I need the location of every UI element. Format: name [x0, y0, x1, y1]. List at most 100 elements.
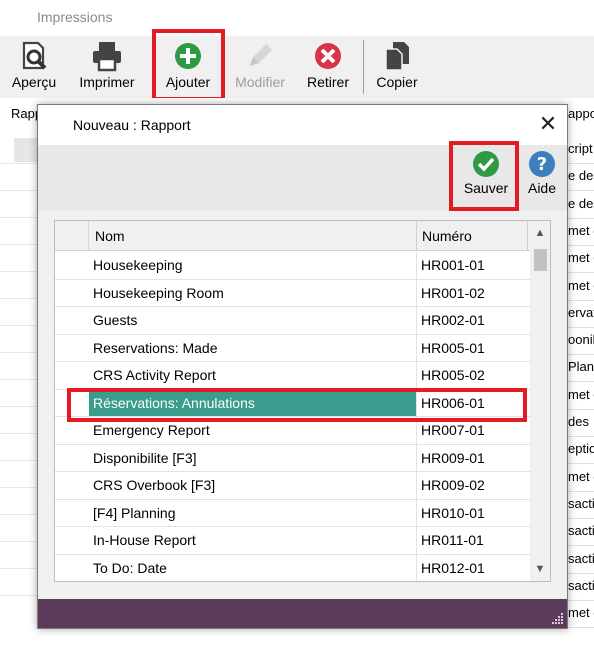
- help-button[interactable]: ? Aide: [522, 149, 562, 196]
- parent-description-cell: sacti: [568, 495, 594, 511]
- help-label: Aide: [527, 180, 557, 196]
- parent-window-title: Impressions: [37, 9, 113, 25]
- modify-button[interactable]: Modifier: [228, 36, 292, 98]
- table-row[interactable]: Disponibilite [F3] HR009-01: [55, 444, 531, 472]
- parent-description-cell: e des: [568, 168, 594, 184]
- parent-description-cell: met d: [568, 250, 594, 266]
- parent-description-header: apport: [568, 106, 594, 121]
- remove-icon: [315, 43, 341, 69]
- parent-description-cell: met d: [568, 222, 594, 238]
- table-row[interactable]: Guests HR002-01: [55, 307, 531, 335]
- parent-toolbar: Aperçu Imprimer Ajouter Modifier Retirer: [0, 36, 594, 98]
- add-icon: [175, 43, 201, 69]
- modify-label: Modifier: [235, 74, 285, 90]
- parent-right-column: apport cript e des e des met d met d met d erv…: [568, 98, 594, 645]
- table-row[interactable]: Reservations: Made HR005-01: [55, 334, 531, 362]
- scroll-thumb[interactable]: [534, 249, 547, 271]
- resize-grip-icon[interactable]: [550, 611, 564, 625]
- dialog-title-bar: Nouveau : Rapport ✕: [38, 105, 567, 145]
- table-row[interactable]: Housekeeping HR001-01: [55, 252, 531, 280]
- remove-button[interactable]: Retirer: [300, 36, 356, 98]
- table-row[interactable]: [F4] Planning HR010-01: [55, 499, 531, 527]
- cell-numero: HR011-01: [421, 532, 484, 548]
- cell-nom: In-House Report: [93, 532, 196, 548]
- parent-description-cell: sacti: [568, 550, 594, 566]
- table-row[interactable]: CRS Activity Report HR005-02: [55, 362, 531, 390]
- add-label: Ajouter: [165, 74, 211, 90]
- parent-description-cell: des: [568, 414, 589, 429]
- parent-title-bar: Impressions: [0, 0, 594, 36]
- cell-nom: Emergency Report: [93, 422, 210, 438]
- grid-vertical-scrollbar[interactable]: ▲ ▼: [530, 221, 550, 581]
- grid-selector-header: [55, 221, 89, 251]
- column-header-nom[interactable]: Nom: [95, 228, 125, 244]
- cell-nom: To Do: Date: [93, 559, 167, 576]
- copy-button[interactable]: Copier: [370, 36, 424, 98]
- new-report-dialog: Nouveau : Rapport ✕ Sauver ? Aide Nom Nu…: [37, 104, 568, 629]
- cell-numero: HR012-01: [421, 559, 485, 576]
- checkmark-icon: [473, 151, 499, 177]
- printer-icon: [93, 42, 121, 72]
- print-label: Imprimer: [79, 74, 135, 90]
- dialog-status-bar: [38, 599, 567, 628]
- grid-header: Nom Numéro: [55, 221, 550, 251]
- cell-nom: CRS Overbook [F3]: [93, 477, 216, 493]
- parent-description-cell: Plan: [568, 359, 594, 375]
- svg-text:?: ?: [537, 154, 547, 175]
- pencil-icon: [250, 44, 272, 66]
- cell-nom: Guests: [93, 312, 138, 328]
- help-icon: ?: [529, 151, 555, 177]
- cell-nom: Reservations: Made: [93, 339, 218, 356]
- preview-icon: [22, 41, 47, 70]
- cell-nom: Disponibilite [F3]: [93, 449, 197, 466]
- cell-numero: HR007-01: [421, 422, 485, 438]
- cell-numero: HR001-01: [421, 257, 485, 273]
- parent-left-column: Rapp: [0, 98, 42, 645]
- preview-button[interactable]: Aperçu: [6, 36, 62, 98]
- parent-description-cell: e des: [568, 195, 594, 211]
- parent-description-cell: met d: [568, 277, 594, 293]
- table-row[interactable]: Housekeeping Room HR001-02: [55, 279, 531, 307]
- parent-selector-cell: [14, 138, 38, 162]
- print-button[interactable]: Imprimer: [72, 36, 142, 98]
- cell-numero: HR010-01: [421, 504, 485, 521]
- save-button[interactable]: Sauver: [460, 149, 512, 196]
- copy-icon: [385, 42, 409, 71]
- parent-description-cell: ervat: [568, 304, 594, 320]
- cell-numero: HR002-01: [421, 312, 485, 328]
- column-header-numero[interactable]: Numéro: [422, 228, 472, 244]
- table-row[interactable]: Réservations: Annulations HR006-01: [55, 389, 531, 417]
- report-grid: Nom Numéro Housekeeping HR001-01 Housekeep…: [54, 220, 551, 582]
- save-label: Sauver: [463, 180, 509, 196]
- scroll-up-icon[interactable]: ▲: [530, 227, 550, 241]
- scroll-down-icon[interactable]: ▼: [530, 563, 550, 577]
- parent-description-cell: eptio: [568, 441, 594, 457]
- cell-nom: [F4] Planning: [93, 504, 176, 521]
- table-row[interactable]: To Do: Date HR012-01: [55, 554, 531, 581]
- cell-nom: Housekeeping: [93, 257, 183, 273]
- cell-nom: CRS Activity Report: [93, 367, 216, 383]
- parent-description-cell: cript: [568, 141, 593, 156]
- parent-description-cell: met d: [568, 605, 594, 621]
- add-button[interactable]: Ajouter: [158, 36, 218, 98]
- table-row[interactable]: Emergency Report HR007-01: [55, 417, 531, 445]
- parent-description-cell: oonib: [568, 332, 594, 348]
- table-row[interactable]: CRS Overbook [F3] HR009-02: [55, 472, 531, 500]
- cell-numero: HR009-02: [421, 477, 485, 493]
- parent-description-cell: sacti: [568, 577, 594, 593]
- cell-numero: HR009-01: [421, 449, 485, 466]
- parent-description-cell: met d: [568, 468, 594, 484]
- cell-nom: Housekeeping Room: [93, 284, 224, 301]
- cell-numero: HR001-02: [421, 284, 485, 301]
- preview-label: Aperçu: [11, 74, 57, 90]
- close-icon[interactable]: ✕: [536, 112, 560, 136]
- dialog-toolbar: Sauver ? Aide: [38, 145, 567, 211]
- copy-label: Copier: [376, 74, 418, 90]
- cell-numero: HR005-01: [421, 339, 485, 356]
- cell-numero: HR005-02: [421, 367, 485, 383]
- toolbar-separator: [363, 40, 364, 94]
- remove-label: Retirer: [306, 74, 349, 90]
- parent-description-cell: met d: [568, 386, 594, 402]
- table-row[interactable]: In-House Report HR011-01: [55, 527, 531, 555]
- cell-nom: Réservations: Annulations: [93, 394, 255, 411]
